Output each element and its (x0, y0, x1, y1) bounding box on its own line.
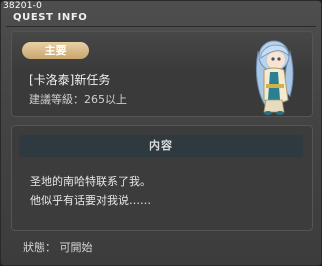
quest-id-label: 38201-0 (3, 1, 43, 11)
content-line-1: 圣地的南哈特联系了我。 (30, 175, 151, 188)
quest-name: [卡洛泰]新任务 (29, 73, 111, 87)
quest-level-requirement: 建議等級：265以上 (29, 93, 127, 106)
title-divider (6, 26, 316, 27)
window-title: QUEST INFO (13, 12, 88, 23)
content-header: 内容 (19, 135, 303, 157)
quest-content-panel: 内容 圣地的南哈特联系了我。 他似乎有话要对我说…… (11, 125, 313, 231)
quest-summary-panel: 主要 [卡洛泰]新任务 建議等級：265以上 (11, 31, 313, 117)
quest-type-badge: 主要 (22, 42, 89, 59)
quest-status: 狀態： 可開始 (23, 241, 93, 254)
content-line-2: 他似乎有话要对我说…… (30, 194, 151, 207)
quest-info-window: 38201-0 QUEST INFO 主要 [卡洛泰]新任务 建議等級：265以… (0, 0, 322, 266)
npc-portrait-icon (255, 40, 294, 115)
